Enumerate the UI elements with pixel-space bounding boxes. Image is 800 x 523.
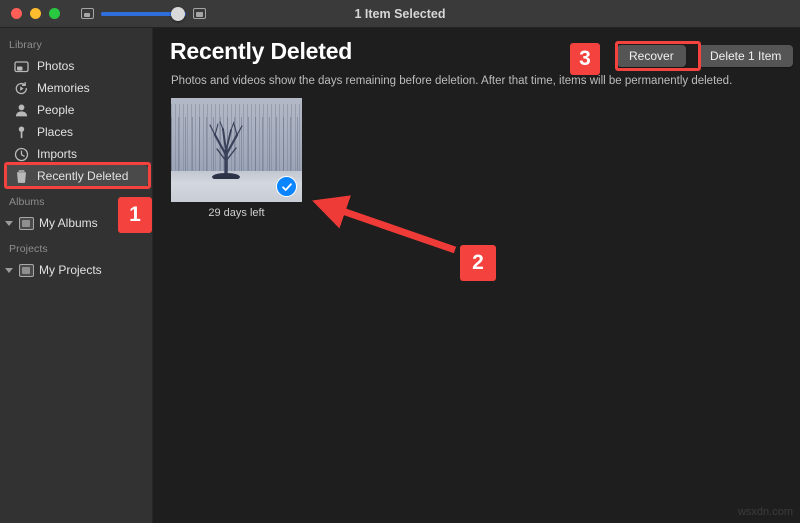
page-title: Recently Deleted	[170, 38, 353, 64]
places-pin-icon	[14, 125, 29, 140]
sidebar-section-header-library: Library	[9, 39, 42, 51]
disclosure-triangle-icon[interactable]	[5, 220, 13, 226]
sidebar-item-recently-deleted[interactable]: Recently Deleted	[4, 165, 148, 187]
photos-app-window: 1 Item Selected Library Photos Memories …	[0, 0, 800, 523]
sidebar-item-label: Memories	[37, 81, 90, 95]
photo-thumbnail[interactable]	[171, 98, 302, 202]
people-icon	[14, 103, 29, 118]
sidebar-item-label: My Albums	[39, 216, 98, 230]
sidebar-item-label: My Projects	[39, 263, 102, 277]
folder-icon	[19, 263, 34, 277]
zoom-slider-knob[interactable]	[171, 6, 185, 21]
photo-selection-checkmark[interactable]	[276, 176, 297, 197]
zoom-slider-fill	[101, 11, 179, 16]
memories-icon	[14, 81, 29, 96]
sidebar-item-label: Imports	[37, 147, 78, 161]
sidebar-item-photos[interactable]: Photos	[0, 55, 152, 77]
sidebar-item-label: Photos	[37, 59, 75, 73]
recover-button[interactable]: Recover	[617, 45, 686, 67]
annotation-arrow	[312, 195, 457, 254]
photos-icon	[14, 59, 29, 74]
maximize-window-button[interactable]	[49, 8, 60, 19]
watermark: wsxdn.com	[737, 506, 793, 518]
large-photo-icon	[193, 8, 206, 19]
zoom-slider-track[interactable]	[101, 6, 186, 21]
close-window-button[interactable]	[11, 8, 22, 19]
photo-grid-item[interactable]: 29 days left	[171, 98, 302, 219]
sidebar-item-people[interactable]: People	[0, 99, 152, 121]
imports-clock-icon	[14, 147, 29, 162]
delete-item-button[interactable]: Delete 1 Item	[698, 45, 794, 67]
sidebar-item-label: Places	[37, 125, 74, 139]
sidebar-item-places[interactable]: Places	[0, 121, 152, 143]
title-bar: 1 Item Selected	[0, 0, 800, 28]
zoom-slider-control[interactable]	[81, 6, 206, 21]
sidebar-item-label: People	[37, 103, 75, 117]
photo-foreground-tree	[209, 121, 243, 179]
minimize-window-button[interactable]	[30, 8, 41, 19]
folder-icon	[19, 216, 34, 230]
sidebar-item-label: Recently Deleted	[37, 169, 129, 183]
trash-icon	[14, 169, 29, 184]
traffic-lights	[11, 8, 60, 19]
sidebar: Library Photos Memories People Places Im…	[0, 28, 153, 523]
check-icon	[281, 182, 292, 191]
sidebar-section-header-projects: Projects	[9, 243, 48, 255]
sidebar-item-imports[interactable]: Imports	[0, 143, 152, 165]
photo-days-left-caption: 29 days left	[208, 207, 265, 219]
sidebar-item-my-projects[interactable]: My Projects	[0, 259, 152, 281]
annotation-badge-1: 1	[118, 197, 152, 233]
sidebar-item-memories[interactable]: Memories	[0, 77, 152, 99]
disclosure-triangle-icon[interactable]	[5, 267, 13, 273]
page-subtitle: Photos and videos show the days remainin…	[171, 75, 733, 87]
small-photo-icon	[81, 8, 94, 19]
annotation-badge-3: 3	[570, 43, 600, 75]
